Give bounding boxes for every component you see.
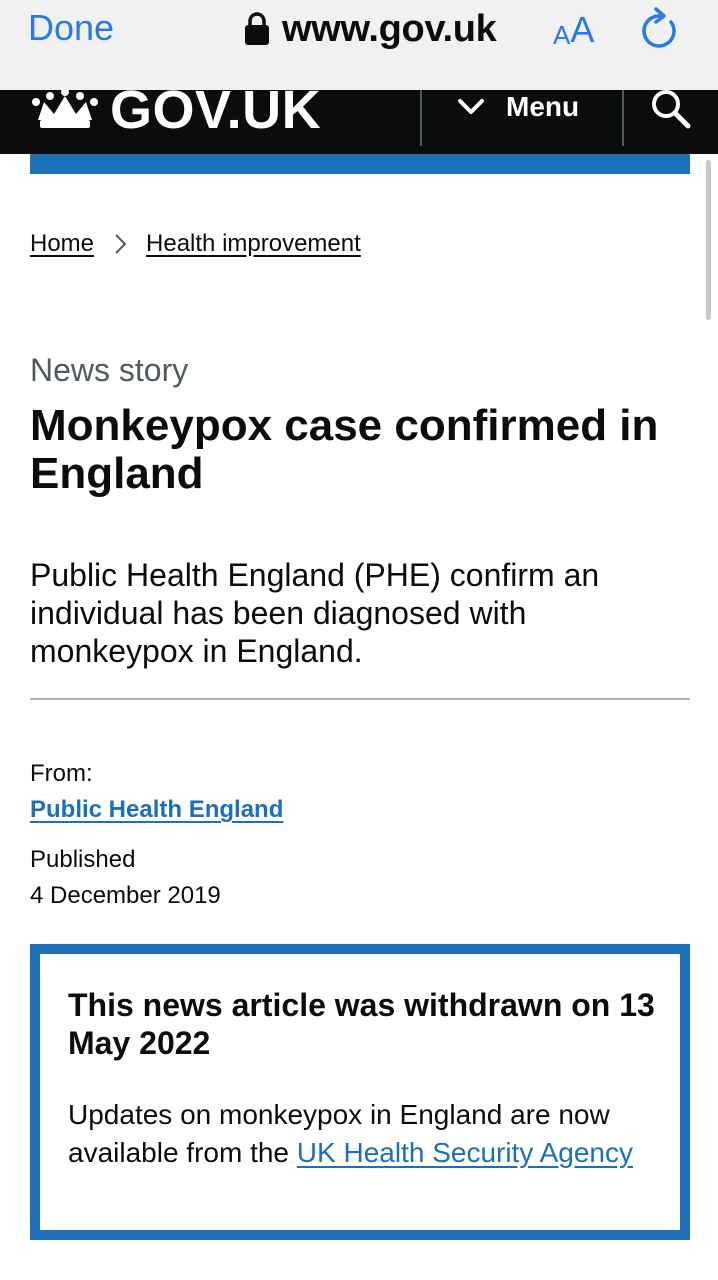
header-divider [420,90,422,146]
crown-icon [32,90,98,128]
page-title: Monkeypox case confirmed in England [30,401,659,498]
content-type-caption: News story [30,352,189,388]
section-divider [30,698,690,700]
breadcrumb-health-improvement-link[interactable]: Health improvement [146,230,361,258]
address-bar[interactable]: www.gov.uk [244,7,497,50]
text-size-small-label: A [553,20,571,50]
breadcrumb-home-link[interactable]: Home [30,230,94,258]
published-date: 4 December 2019 [30,882,221,909]
govuk-logo[interactable]: GOV.UK [110,80,321,140]
chevron-down-icon [458,99,484,114]
lock-icon [245,12,269,45]
text-size-button[interactable]: A A [553,8,595,50]
withdrawn-body: Updates on monkeypox in England are now … [68,1096,648,1172]
menu-button[interactable]: Menu [456,90,579,124]
menu-label: Menu [506,91,580,122]
chevron-right-icon [115,234,127,254]
govuk-header: GOV.UK Menu [0,80,718,154]
header-blue-rule [30,154,690,174]
withdrawn-notice: This news article was withdrawn on 13 Ma… [30,944,690,1240]
withdrawn-title: This news article was withdrawn on 13 Ma… [68,987,655,1061]
breadcrumb: Home Health improvement [30,230,361,258]
done-button[interactable]: Done [28,8,114,48]
text-size-large-label: A [570,9,595,50]
scrollbar[interactable] [706,160,711,320]
url-text: www.gov.uk [282,7,497,50]
search-icon[interactable] [650,90,692,130]
header-divider [622,90,624,146]
browser-toolbar: Done www.gov.uk A A [0,0,718,90]
organisation-link[interactable]: Public Health England [30,796,283,824]
reload-icon[interactable] [638,6,680,50]
published-label: Published [30,846,136,873]
from-label: From: [30,760,93,787]
ukhsa-link[interactable]: UK Health Security Agency [297,1137,633,1168]
article-lede: Public Health England (PHE) confirm an i… [30,557,600,669]
